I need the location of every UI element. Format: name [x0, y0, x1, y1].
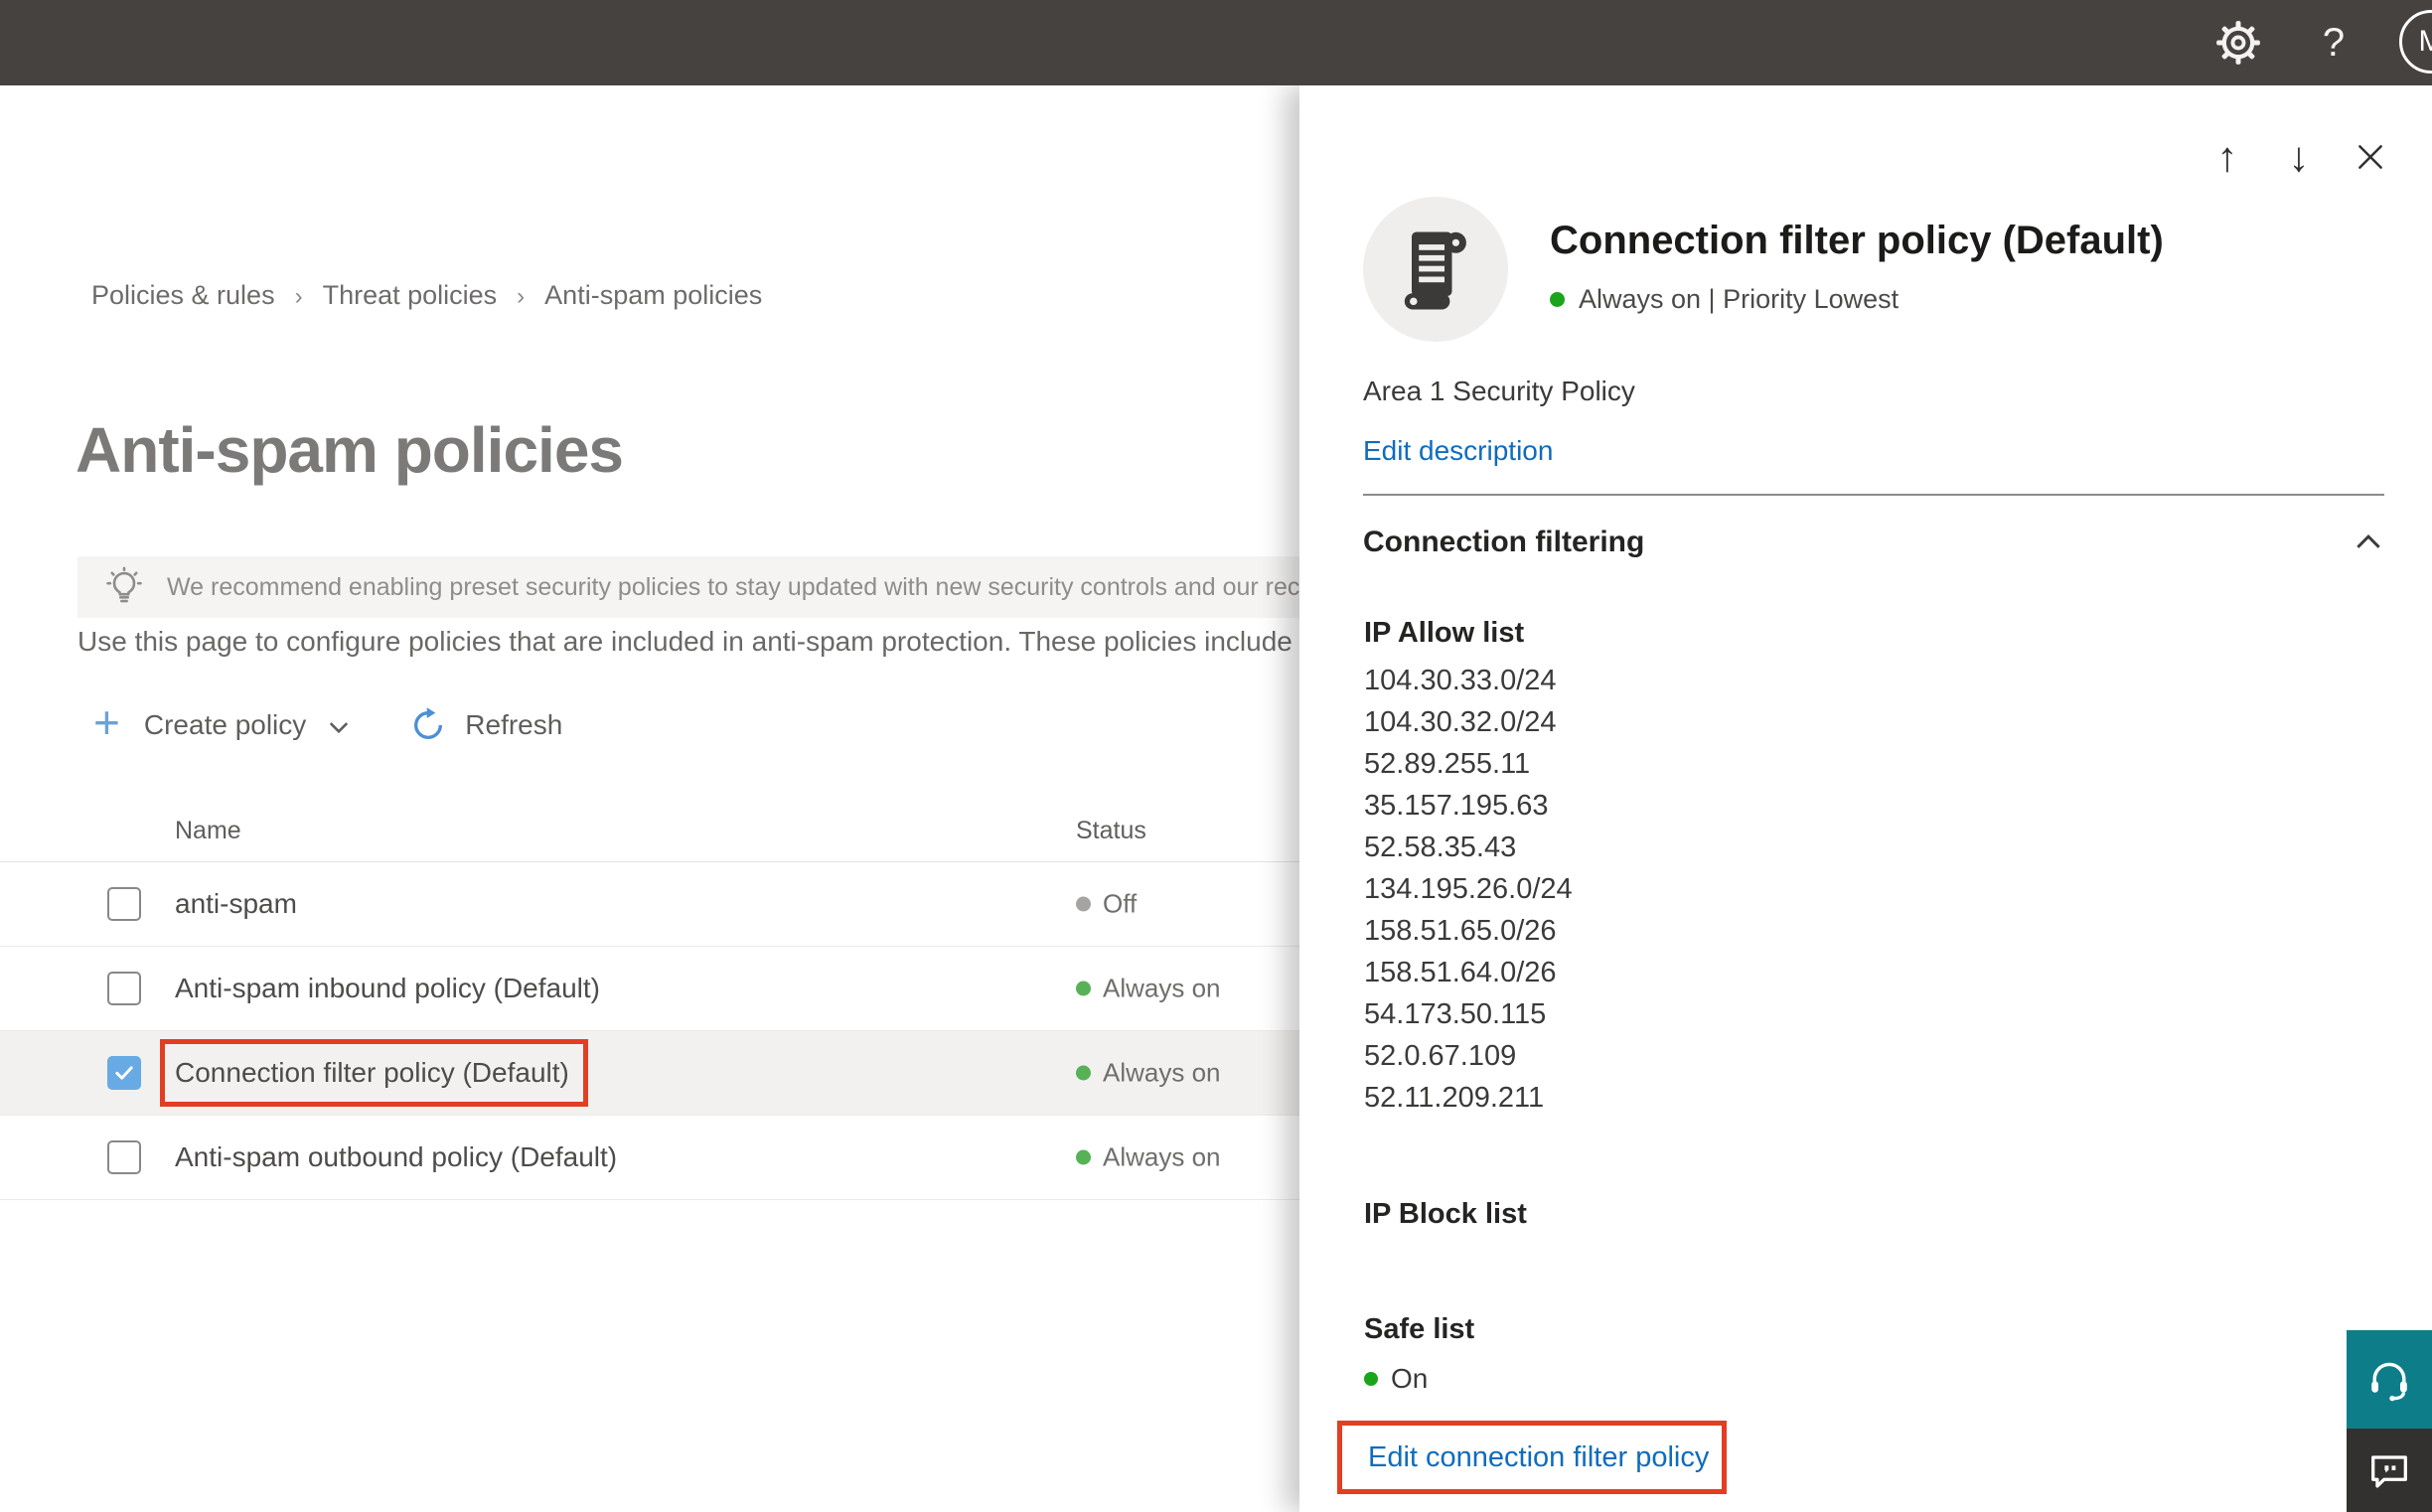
ip-allow-list-heading: IP Allow list: [1364, 617, 1525, 649]
create-policy-button[interactable]: + Create policy: [93, 696, 352, 748]
column-header-name[interactable]: Name: [175, 817, 241, 845]
chevron-down-icon: [326, 714, 352, 740]
help-icon[interactable]: ?: [2299, 8, 2368, 77]
row-checkbox-checked[interactable]: [107, 1056, 141, 1090]
section-title: Connection filtering: [1363, 526, 1645, 558]
ip-address-item: 158.51.65.0/26: [1364, 915, 1557, 947]
breadcrumb-item: Anti-spam policies: [544, 280, 763, 310]
policy-details-flyout: ↑ ↓ Connection filter policy (Default) A…: [1299, 85, 2432, 1512]
status-text: Off: [1103, 888, 1138, 919]
policy-name[interactable]: anti-spam: [175, 888, 297, 920]
table-row[interactable]: Connection filter policy (Default) Always…: [0, 1031, 1321, 1116]
command-bar: + Create policy Refresh: [93, 695, 562, 755]
anti-spam-policies-page: ? M Policies & rules › Threat policies › Ant…: [0, 0, 2432, 1512]
policy-description: Area 1 Security Policy: [1363, 376, 1635, 406]
lightbulb-icon: [103, 566, 145, 608]
breadcrumb: Policies & rules › Threat policies › Anti-sp…: [91, 280, 762, 311]
breadcrumb-separator-icon: ›: [517, 282, 526, 310]
feedback-comment-button[interactable]: [2347, 1429, 2432, 1512]
safe-list-heading: Safe list: [1364, 1313, 1475, 1345]
recommendation-banner: We recommend enabling preset security po…: [77, 556, 1329, 618]
status-dot: [1550, 292, 1565, 307]
breadcrumb-item[interactable]: Threat policies: [323, 280, 498, 311]
create-policy-label: Create policy: [143, 709, 307, 740]
flyout-nav: ↑ ↓: [2192, 125, 2406, 189]
flyout-status: Always on | Priority Lowest: [1550, 284, 1899, 315]
connection-filtering-section-header[interactable]: Connection filtering: [1363, 526, 2384, 559]
page-title: Anti-spam policies: [76, 414, 624, 486]
refresh-icon: [409, 706, 447, 744]
previous-item-arrow-up-icon[interactable]: ↑: [2192, 125, 2263, 189]
close-icon[interactable]: [2335, 125, 2406, 189]
status-text: Always on: [1103, 1057, 1221, 1088]
policy-name[interactable]: Anti-spam inbound policy (Default): [175, 973, 600, 1004]
status-text: Always on: [1103, 973, 1221, 1003]
divider: [1363, 494, 2384, 496]
page-description: Use this page to configure policies that…: [77, 626, 1292, 657]
status-dot: [1364, 1372, 1378, 1386]
flyout-status-text: Always on | Priority Lowest: [1579, 284, 1900, 314]
table-row[interactable]: anti-spam Off: [0, 862, 1321, 947]
safe-list-status: On: [1364, 1363, 1428, 1395]
edit-description-link[interactable]: Edit description: [1363, 435, 1553, 467]
edit-connection-filter-policy-annotation: Edit connection filter policy: [1337, 1421, 1727, 1494]
column-header-status[interactable]: Status: [1076, 817, 1146, 845]
ip-address-item: 52.58.35.43: [1364, 832, 1517, 863]
policy-table: anti-spam Off Anti-spam inbound policy (De…: [0, 862, 1321, 1200]
ip-address-item: 52.0.67.109: [1364, 1040, 1517, 1072]
top-app-bar: ? M: [0, 0, 2432, 85]
table-header: Name Status: [0, 781, 1321, 862]
row-checkbox[interactable]: [107, 972, 141, 1005]
policy-name[interactable]: Connection filter policy (Default): [160, 1039, 588, 1107]
policy-scroll-icon: [1363, 197, 1508, 342]
ip-address-item: 52.89.255.11: [1364, 748, 1531, 780]
status-dot: [1076, 896, 1091, 912]
comment-bubble-icon: [2366, 1447, 2412, 1493]
support-headset-button[interactable]: [2347, 1330, 2432, 1429]
table-row[interactable]: Anti-spam outbound policy (Default) Alway…: [0, 1116, 1321, 1200]
banner-text: We recommend enabling preset security po…: [167, 572, 1329, 601]
ip-address-item: 134.195.26.0/24: [1364, 873, 1573, 905]
breadcrumb-item[interactable]: Policies & rules: [91, 280, 275, 311]
account-avatar[interactable]: M: [2399, 10, 2432, 74]
status-cell: Always on: [1076, 974, 1221, 1004]
flyout-title: Connection filter policy (Default): [1550, 219, 2164, 262]
breadcrumb-separator-icon: ›: [294, 282, 303, 310]
status-dot: [1076, 1149, 1091, 1165]
row-checkbox[interactable]: [107, 1140, 141, 1174]
refresh-button[interactable]: Refresh: [409, 706, 562, 744]
status-dot: [1076, 981, 1091, 996]
table-row[interactable]: Anti-spam inbound policy (Default) Always…: [0, 947, 1321, 1031]
plus-icon: +: [93, 696, 120, 748]
ip-address-item: 104.30.32.0/24: [1364, 706, 1557, 738]
ip-address-item: 104.30.33.0/24: [1364, 665, 1557, 696]
ip-address-item: 35.157.195.63: [1364, 790, 1549, 822]
status-cell: Always on: [1076, 1142, 1221, 1173]
ip-address-item: 158.51.64.0/26: [1364, 957, 1557, 988]
ip-address-item: 54.173.50.115: [1364, 998, 1547, 1030]
refresh-label: Refresh: [465, 709, 563, 740]
policy-name[interactable]: Anti-spam outbound policy (Default): [175, 1141, 617, 1173]
chevron-up-icon[interactable]: [2353, 527, 2384, 558]
edit-connection-filter-policy-link[interactable]: Edit connection filter policy: [1368, 1441, 1709, 1474]
ip-address-item: 52.11.209.211: [1364, 1082, 1545, 1114]
next-item-arrow-down-icon[interactable]: ↓: [2263, 125, 2335, 189]
row-checkbox[interactable]: [107, 887, 141, 921]
status-cell: Always on: [1076, 1058, 1221, 1089]
ip-allow-list: 104.30.33.0/24 104.30.32.0/24 52.89.255.11…: [1364, 660, 1573, 1119]
status-text: Always on: [1103, 1141, 1221, 1172]
status-cell: Off: [1076, 889, 1137, 920]
status-dot: [1076, 1065, 1091, 1081]
ip-block-list-heading: IP Block list: [1364, 1198, 1527, 1230]
settings-gear-icon[interactable]: [2204, 8, 2273, 77]
headset-icon: [2365, 1356, 2413, 1404]
